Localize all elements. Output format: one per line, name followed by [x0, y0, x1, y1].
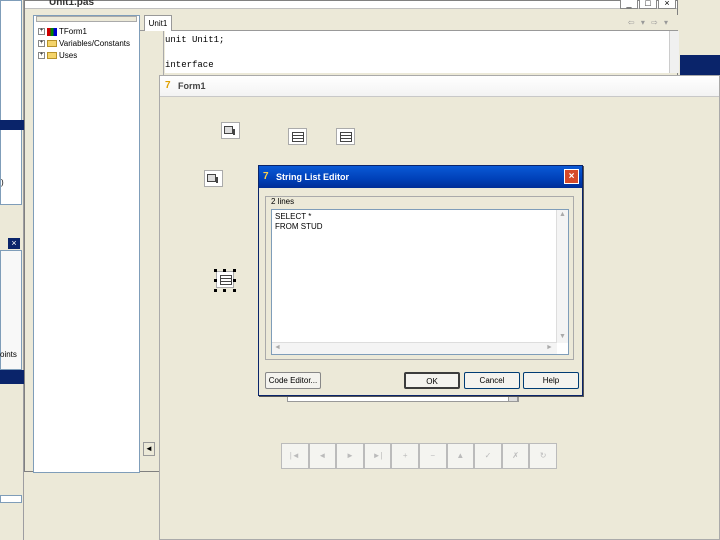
- memo-vertical-scrollbar[interactable]: ▲ ▼: [556, 210, 568, 343]
- database-component-icon[interactable]: [204, 170, 223, 187]
- selected-query-component-icon[interactable]: [214, 269, 236, 292]
- folder-icon: [47, 52, 57, 59]
- code-editor[interactable]: unit Unit1; interface: [165, 31, 673, 73]
- tree-item-tform1[interactable]: + TForm1: [38, 26, 87, 37]
- nav-refresh-button[interactable]: ↻: [529, 443, 557, 469]
- tree-item-variables[interactable]: + Variables/Constants: [38, 38, 130, 49]
- code-explorer-header: [36, 16, 137, 22]
- background-window-titlebar: [680, 55, 720, 75]
- memo-line: FROM STUD: [275, 222, 323, 231]
- left-panel-selected-row: [0, 120, 24, 130]
- nav-cancel-button[interactable]: ✗: [501, 443, 530, 469]
- table-component-icon[interactable]: [336, 128, 355, 145]
- close-button[interactable]: ×: [658, 0, 676, 9]
- expand-icon[interactable]: +: [38, 40, 45, 47]
- form1-titlebar[interactable]: 7 Form1: [160, 76, 719, 97]
- form1-title: Form1: [178, 81, 206, 91]
- nav-prior-button[interactable]: ◄: [308, 443, 337, 469]
- ok-button[interactable]: OK: [404, 372, 460, 389]
- nav-last-button[interactable]: ►|: [363, 443, 392, 469]
- code-explorer[interactable]: + TForm1 + Variables/Constants + Uses: [33, 15, 140, 473]
- lines-count-label: 2 lines: [271, 197, 295, 206]
- left-panel-close-icon[interactable]: ×: [8, 238, 20, 249]
- left-panel-label: oints: [0, 350, 17, 359]
- folder-icon: [47, 40, 57, 47]
- memo-line: SELECT *: [275, 212, 312, 221]
- string-list-memo[interactable]: SELECT * FROM STUD ▲ ▼ ◄ ►: [271, 209, 569, 355]
- code-editor-button[interactable]: Code Editor...: [265, 372, 321, 389]
- dialog-title: String List Editor: [276, 172, 349, 182]
- nav-next-button[interactable]: ►: [336, 443, 364, 469]
- nav-insert-button[interactable]: +: [391, 443, 419, 469]
- history-nav-arrows[interactable]: ⇦ ▾ ⇨ ▾: [628, 18, 670, 27]
- scroll-left-arrow-icon[interactable]: ◄: [143, 442, 155, 456]
- left-panel-field[interactable]: [0, 495, 22, 503]
- nav-edit-button[interactable]: ▲: [446, 443, 475, 469]
- left-panel-list[interactable]: [0, 0, 22, 205]
- scroll-down-icon[interactable]: ▼: [559, 333, 566, 340]
- delphi-icon: 7: [263, 171, 269, 182]
- dialog-titlebar[interactable]: 7 String List Editor ×: [259, 166, 582, 188]
- expand-icon[interactable]: +: [38, 52, 45, 59]
- memo-horizontal-scrollbar[interactable]: ◄ ►: [272, 342, 557, 354]
- database-component-icon[interactable]: [221, 122, 240, 139]
- db-navigator[interactable]: |◄ ◄ ► ►| + − ▲ ✓ ✗ ↻: [281, 443, 557, 469]
- left-panel: ) × oints: [0, 0, 24, 540]
- maximize-button[interactable]: □: [639, 0, 657, 9]
- table-component-icon[interactable]: [288, 128, 307, 145]
- query-component-icon: [216, 271, 234, 288]
- scroll-up-icon[interactable]: ▲: [559, 211, 566, 218]
- nav-first-button[interactable]: |◄: [281, 443, 309, 469]
- tab-unit1[interactable]: Unit1: [144, 15, 172, 31]
- form-icon: [47, 27, 57, 36]
- tree-item-uses[interactable]: + Uses: [38, 50, 77, 61]
- left-panel-selected-row-2: [0, 370, 24, 384]
- dialog-close-icon[interactable]: ×: [564, 169, 579, 184]
- editor-vertical-scrollbar[interactable]: [669, 31, 679, 73]
- tree-item-label: Variables/Constants: [59, 39, 130, 48]
- editor-tabstrip: Unit1 ⇦ ▾ ⇨ ▾: [140, 15, 678, 31]
- cancel-button[interactable]: Cancel: [464, 372, 520, 389]
- scroll-left-icon[interactable]: ◄: [274, 344, 281, 351]
- code-line: interface: [165, 60, 214, 70]
- code-line: unit Unit1;: [165, 35, 225, 45]
- tree-item-label: TForm1: [59, 27, 87, 36]
- minimize-button[interactable]: _: [620, 0, 638, 9]
- delphi-icon: 7: [165, 80, 171, 91]
- unit-window-titlebar[interactable]: Unit1.pas _ □ ×: [25, 0, 677, 9]
- tree-item-label: Uses: [59, 51, 78, 60]
- unit-window-title: Unit1.pas: [49, 0, 95, 8]
- expand-icon[interactable]: +: [38, 28, 45, 35]
- help-button[interactable]: Help: [523, 372, 579, 389]
- scroll-right-icon[interactable]: ►: [546, 344, 553, 351]
- left-panel-paren: ): [1, 178, 4, 187]
- string-list-editor-dialog: 7 String List Editor × 2 lines SELECT * …: [258, 165, 583, 396]
- nav-delete-button[interactable]: −: [418, 443, 447, 469]
- nav-post-button[interactable]: ✓: [474, 443, 502, 469]
